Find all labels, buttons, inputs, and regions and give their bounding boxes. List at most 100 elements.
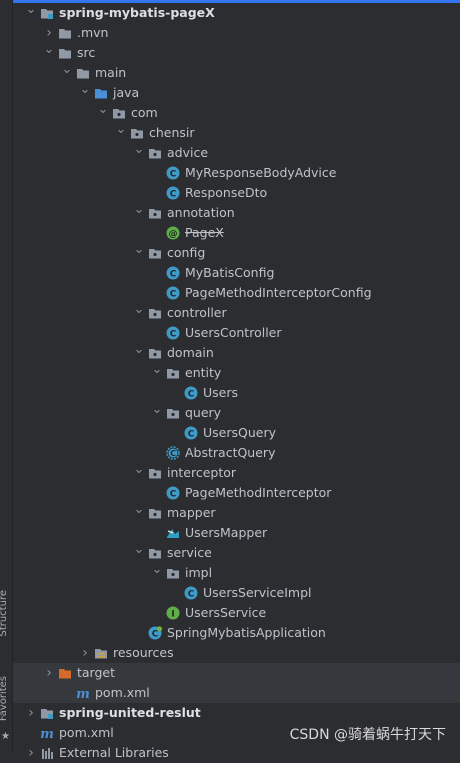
- tree-node[interactable]: › External Libraries: [13, 743, 460, 763]
- tree-node[interactable]: ⌄ service: [13, 543, 460, 563]
- tree-node[interactable]: C PageMethodInterceptor: [13, 483, 460, 503]
- class-icon: C: [184, 586, 198, 600]
- tree-node[interactable]: › resources: [13, 643, 460, 663]
- package-icon: [148, 146, 162, 160]
- class-icon: C: [166, 186, 180, 200]
- package-icon: [148, 206, 162, 220]
- chevron-down-icon[interactable]: ⌄: [133, 343, 145, 363]
- svg-text:C: C: [170, 489, 177, 499]
- chevron-down-icon[interactable]: ⌄: [133, 543, 145, 563]
- tree-node[interactable]: m pom.xml: [13, 683, 460, 703]
- tree-node[interactable]: C MyBatisConfig: [13, 263, 460, 283]
- chevron-down-icon[interactable]: ⌄: [115, 123, 127, 143]
- resources-folder-icon: [94, 646, 108, 660]
- tree-node[interactable]: C UsersQuery: [13, 423, 460, 443]
- tree-node[interactable]: UsersMapper: [13, 523, 460, 543]
- chevron-right-icon[interactable]: ›: [43, 663, 55, 683]
- abstract-class-icon: C: [166, 446, 180, 460]
- structure-tab[interactable]: Structure: [0, 590, 12, 637]
- chevron-down-icon[interactable]: ⌄: [151, 403, 163, 423]
- tree-node-label: resources: [113, 645, 174, 660]
- tree-node[interactable]: ⌄ query: [13, 403, 460, 423]
- chevron-down-icon[interactable]: ⌄: [61, 63, 73, 83]
- tree-node[interactable]: ⌄ interceptor: [13, 463, 460, 483]
- svg-text:@: @: [169, 230, 178, 240]
- tree-node-label: UsersServiceImpl: [203, 585, 312, 600]
- tree-node[interactable]: ⌄ spring-mybatis-pageX: [13, 3, 460, 23]
- tree-node[interactable]: C SpringMybatisApplication: [13, 623, 460, 643]
- chevron-down-icon[interactable]: ⌄: [133, 303, 145, 323]
- chevron-down-icon[interactable]: ⌄: [133, 463, 145, 483]
- tree-node[interactable]: C MyResponseBodyAdvice: [13, 163, 460, 183]
- class-icon: C: [184, 426, 198, 440]
- tree-node[interactable]: ⌄ com: [13, 103, 460, 123]
- tree-node[interactable]: ⌄ annotation: [13, 203, 460, 223]
- class-icon: C: [166, 326, 180, 340]
- chevron-down-icon[interactable]: ⌄: [97, 103, 109, 123]
- tree-node-label: UsersService: [185, 605, 267, 620]
- tree-node[interactable]: C UsersServiceImpl: [13, 583, 460, 603]
- tree-node-label: pom.xml: [59, 725, 114, 740]
- tree-node[interactable]: C ResponseDto: [13, 183, 460, 203]
- maven-icon: m: [40, 726, 54, 740]
- module-folder-icon: [40, 6, 54, 20]
- tree-node[interactable]: › spring-united-reslut: [13, 703, 460, 723]
- package-icon: [166, 566, 180, 580]
- tree-node[interactable]: ⌄ config: [13, 243, 460, 263]
- chevron-down-icon[interactable]: ⌄: [133, 203, 145, 223]
- tree-node-label: query: [185, 405, 222, 420]
- chevron-down-icon[interactable]: ⌄: [133, 143, 145, 163]
- tree-node[interactable]: › .mvn: [13, 23, 460, 43]
- tree-node[interactable]: I UsersService: [13, 603, 460, 623]
- tree-node-label: controller: [167, 305, 227, 320]
- tree-node[interactable]: @ PageX: [13, 223, 460, 243]
- package-icon: [148, 506, 162, 520]
- chevron-down-icon[interactable]: ⌄: [133, 503, 145, 523]
- chevron-down-icon[interactable]: ⌄: [133, 243, 145, 263]
- tree-node[interactable]: ⌄ advice: [13, 143, 460, 163]
- tree-node[interactable]: ⌄ main: [13, 63, 460, 83]
- chevron-right-icon[interactable]: ›: [79, 643, 91, 663]
- tree-node[interactable]: C PageMethodInterceptorConfig: [13, 283, 460, 303]
- tree-node[interactable]: › target: [13, 663, 460, 683]
- tree-node[interactable]: ⌄ java: [13, 83, 460, 103]
- tree-node[interactable]: ⌄ controller: [13, 303, 460, 323]
- libraries-icon: [40, 746, 54, 760]
- chevron-down-icon[interactable]: ⌄: [25, 3, 37, 23]
- package-icon: [148, 246, 162, 260]
- maven-icon: m: [76, 686, 90, 700]
- chevron-right-icon[interactable]: ›: [25, 703, 37, 723]
- chevron-down-icon[interactable]: ⌄: [79, 83, 91, 103]
- tree-node-label: MyBatisConfig: [185, 265, 275, 280]
- tree-node[interactable]: ⌄ domain: [13, 343, 460, 363]
- svg-text:C: C: [170, 189, 177, 199]
- tree-node[interactable]: C AbstractQuery: [13, 443, 460, 463]
- tree-node-label: domain: [167, 345, 214, 360]
- tree-node-label: annotation: [167, 205, 235, 220]
- chevron-down-icon[interactable]: ⌄: [151, 563, 163, 583]
- chevron-down-icon[interactable]: ⌄: [43, 43, 55, 63]
- tree-node-label: chensir: [149, 125, 195, 140]
- star-icon[interactable]: ★: [1, 731, 10, 742]
- tree-node[interactable]: C Users: [13, 383, 460, 403]
- tree-node[interactable]: ⌄ src: [13, 43, 460, 63]
- class-icon: C: [166, 266, 180, 280]
- csdn-watermark: CSDN @骑着蜗牛打天下: [289, 727, 446, 743]
- tree-node[interactable]: C UsersController: [13, 323, 460, 343]
- tree-node-label: target: [77, 665, 116, 680]
- class-icon: C: [166, 486, 180, 500]
- tree-node[interactable]: ⌄ impl: [13, 563, 460, 583]
- folder-icon: [58, 26, 72, 40]
- package-icon: [166, 406, 180, 420]
- tree-node[interactable]: ⌄ mapper: [13, 503, 460, 523]
- chevron-right-icon[interactable]: ›: [43, 23, 55, 43]
- chevron-right-icon[interactable]: ›: [25, 743, 37, 763]
- tree-node[interactable]: ⌄ chensir: [13, 123, 460, 143]
- chevron-down-icon[interactable]: ⌄: [151, 363, 163, 383]
- left-tool-strip: Structure Favorites ★: [0, 0, 13, 752]
- favorites-tab[interactable]: Favorites: [0, 676, 12, 721]
- tree-node-label: PageMethodInterceptorConfig: [185, 285, 372, 300]
- tree-node-label: java: [113, 85, 140, 100]
- tree-node[interactable]: ⌄ entity: [13, 363, 460, 383]
- tree-node-label: UsersQuery: [203, 425, 276, 440]
